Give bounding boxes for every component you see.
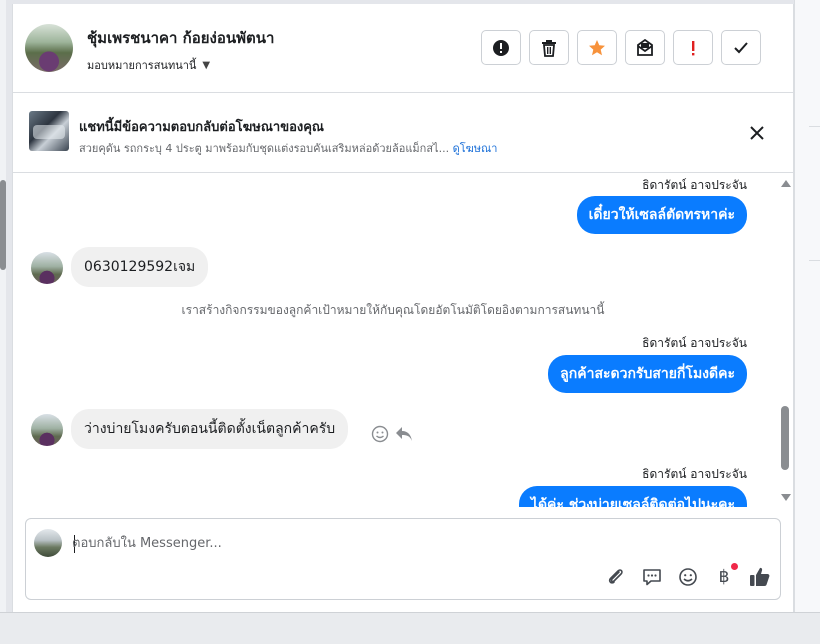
envelope-icon — [637, 38, 653, 56]
like-button[interactable] — [748, 565, 772, 589]
page-scrollbar-thumb[interactable] — [0, 180, 6, 270]
ad-description: สวยคุดัน รถกระบุ 4 ประตู มาพร้อมกับชุดแต… — [79, 142, 450, 155]
contact-name[interactable]: ชุ้มเพรชนาคา ก้อยง่อนพัตนา — [87, 26, 274, 50]
close-banner-button[interactable] — [747, 123, 767, 143]
message-actions — [371, 425, 413, 443]
paperclip-icon — [608, 569, 623, 584]
reply-input[interactable] — [72, 531, 752, 555]
assign-conversation-dropdown[interactable]: มอบหมายการสนทนานี้ ▼ — [87, 56, 210, 74]
contact-avatar-small[interactable] — [31, 252, 63, 284]
attach-button[interactable] — [604, 565, 628, 589]
reply-icon[interactable] — [395, 426, 413, 442]
payment-button[interactable]: ฿ — [712, 563, 738, 589]
mark-done-button[interactable] — [721, 30, 761, 65]
outgoing-message[interactable]: ได้ค่ะ ช่วงบ่ายเซลล์ติดต่อไปนะคะ — [518, 486, 747, 507]
message-sender: ธิดารัตน์ อาจประจัน — [642, 467, 747, 481]
star-button[interactable] — [577, 30, 617, 65]
star-icon — [589, 39, 605, 55]
close-icon — [750, 126, 764, 140]
message-thread: ธิดารัตน์ อาจประจัน เดี๋ยวให้เซลล์ตัดทรห… — [13, 174, 793, 507]
check-icon — [734, 41, 748, 53]
assign-label: มอบหมายการสนทนานี้ — [87, 59, 197, 72]
outer-left-edge — [0, 0, 6, 644]
emoji-button[interactable] — [676, 565, 700, 589]
follow-up-button[interactable] — [673, 30, 713, 65]
chat-bubble-icon — [643, 569, 661, 586]
thumbs-up-icon — [750, 567, 770, 586]
message-sender: ธิดารัตน์ อาจประจัน — [642, 336, 747, 350]
caret-down-icon: ▼ — [202, 59, 211, 71]
emoji-react-icon[interactable] — [371, 425, 389, 443]
conversation-panel: ชุ้มเพรชนาคา ก้อยง่อนพัตนา มอบหมายการสนท… — [12, 4, 794, 612]
spam-button[interactable] — [481, 30, 521, 65]
saved-replies-button[interactable] — [640, 565, 664, 589]
ad-banner-title: แชทนี้มีข้อความตอบกลับต่อโฆษณาของคุณ — [79, 120, 324, 135]
divider — [809, 126, 820, 127]
message-sender: ธิดารัตน์ อาจประจัน — [642, 178, 747, 192]
divider — [809, 260, 820, 261]
thread-scrollbar[interactable] — [777, 174, 793, 507]
outgoing-message[interactable]: เดี๋ยวให้เซลล์ตัดทรหาค่ะ — [576, 196, 747, 234]
contact-avatar-small[interactable] — [31, 414, 63, 446]
trash-icon — [542, 39, 556, 57]
incoming-message[interactable]: 0630129592เจม — [71, 247, 209, 287]
ad-thumbnail[interactable] — [29, 111, 69, 151]
scroll-up-arrow-icon[interactable] — [781, 180, 791, 187]
reply-composer: ฿ — [25, 518, 781, 600]
system-notice: เราสร้างกิจกรรมของลูกค้าเป้าหมายให้กับคุ… — [181, 303, 605, 317]
header-actions — [481, 30, 761, 65]
scroll-down-arrow-icon[interactable] — [781, 494, 791, 501]
notification-dot — [731, 563, 738, 570]
emoji-icon — [679, 568, 697, 586]
mark-unread-button[interactable] — [625, 30, 665, 65]
ad-banner-subtitle: สวยคุดัน รถกระบุ 4 ประตู มาพร้อมกับชุดแต… — [79, 139, 497, 157]
alert-circle-icon — [493, 39, 509, 56]
contact-avatar[interactable] — [25, 24, 73, 72]
baht-icon: ฿ — [718, 567, 730, 587]
right-side-panel — [794, 0, 820, 644]
conversation-header: ชุ้มเพรชนาคา ก้อยง่อนพัตนา มอบหมายการสนท… — [13, 4, 793, 93]
incoming-message[interactable]: ว่างบ่ายโมงครับตอนนี้ติดตั้งเน็ตลูกค้าคร… — [71, 409, 349, 449]
ad-reply-banner: แชทนี้มีข้อความตอบกลับต่อโฆษณาของคุณ สวย… — [13, 93, 793, 173]
delete-button[interactable] — [529, 30, 569, 65]
page-avatar — [34, 529, 62, 557]
composer-tools: ฿ — [604, 563, 772, 589]
thread-scrollbar-thumb[interactable] — [781, 406, 789, 470]
outgoing-message[interactable]: ลูกค้าสะดวกรับสายกี่โมงดีคะ — [548, 355, 747, 393]
bottom-strip — [0, 612, 820, 644]
view-ad-link[interactable]: ดูโฆษณา — [453, 142, 498, 155]
exclamation-icon — [692, 40, 695, 55]
